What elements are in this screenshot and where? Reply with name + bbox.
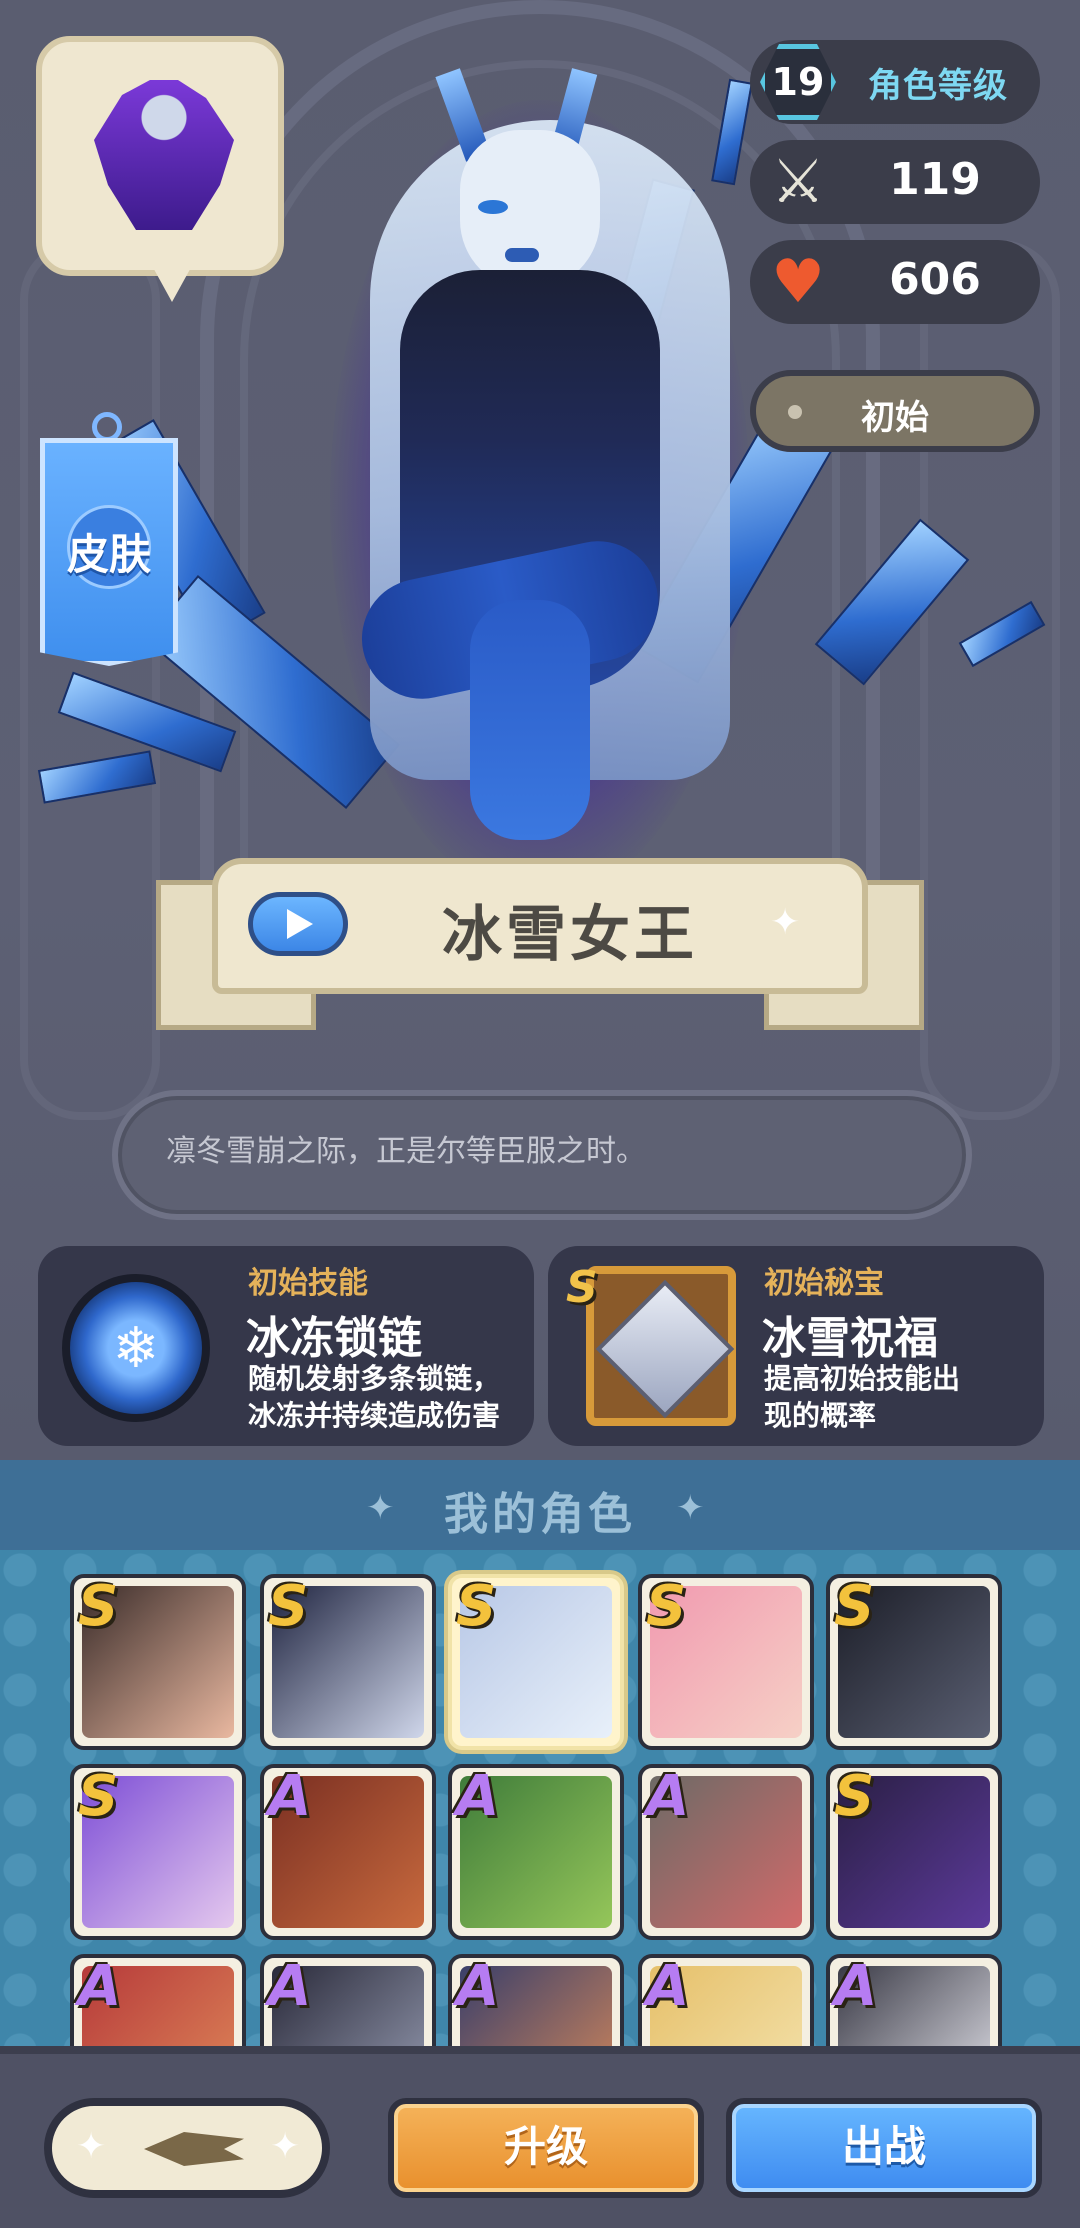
character-slot[interactable]: S: [638, 1574, 814, 1750]
rank-badge: A: [646, 1954, 690, 2019]
back-arrow-icon: [144, 2132, 244, 2166]
treasure-rank: S: [566, 1262, 598, 1313]
character-slot[interactable]: A: [638, 1954, 814, 2050]
rank-badge: A: [646, 1764, 690, 1829]
rank-badge: A: [834, 1954, 878, 2019]
rank-badge: A: [456, 1764, 500, 1829]
sparkle-icon: ✦: [76, 2126, 107, 2167]
skin-state-toggle[interactable]: 初始: [750, 370, 1040, 452]
treasure-frame: [586, 1266, 736, 1426]
rank-badge: S: [834, 1574, 875, 1639]
skill-name: 冰冻锁链: [246, 1313, 422, 1364]
treasure-label: 初始秘宝: [764, 1266, 884, 1301]
character-slot[interactable]: A: [448, 1764, 624, 1940]
treasure-description: 提高初始技能出 现的概率: [764, 1360, 1044, 1434]
treasure-name: 冰雪祝福: [762, 1313, 938, 1364]
level-stat: 19 角色等级: [750, 40, 1040, 124]
attack-value: 119: [889, 154, 981, 205]
character-leg: [470, 600, 590, 840]
rank-badge: A: [78, 1954, 122, 2019]
upgrade-button[interactable]: 升级: [388, 2098, 704, 2198]
character-lips: [505, 248, 539, 262]
name-ribbon: 冰雪女王 ✦: [212, 858, 868, 994]
rank-badge: S: [268, 1574, 309, 1639]
character-slot[interactable]: S: [448, 1574, 624, 1750]
rank-badge: S: [456, 1574, 497, 1639]
initial-skill-card[interactable]: ❄ 初始技能 冰冻锁链 随机发射多条锁链， 冰冻并持续造成伤害: [38, 1246, 534, 1446]
character-slot[interactable]: S: [826, 1574, 1002, 1750]
skill-description: 随机发射多条锁链， 冰冻并持续造成伤害: [248, 1360, 528, 1434]
my-characters-header: ✦ 我的角色 ✦: [0, 1460, 1080, 1550]
character-slot[interactable]: S: [70, 1764, 246, 1940]
skill-desc-line: 冰冻并持续造成伤害: [248, 1399, 501, 1432]
character-name: 冰雪女王: [442, 900, 698, 970]
level-badge: 19: [760, 44, 836, 120]
treasure-desc-line: 提高初始技能出: [764, 1362, 961, 1395]
speech-tail: [150, 262, 194, 302]
skin-state-label: 初始: [861, 398, 929, 438]
initial-treasure-card[interactable]: S 初始秘宝 冰雪祝福 提高初始技能出 现的概率: [548, 1246, 1044, 1446]
treasure-desc-line: 现的概率: [764, 1399, 877, 1432]
play-voice-button[interactable]: [248, 892, 348, 956]
character-slot[interactable]: A: [826, 1954, 1002, 2050]
right-deco-icon: ✦: [676, 1488, 705, 1528]
treasure-orb-icon: [595, 1279, 735, 1419]
character-quote-box: 凛冬雪崩之际，正是尔等臣服之时。: [112, 1090, 972, 1220]
level-label: 角色等级: [868, 66, 1008, 106]
character-slot[interactable]: A: [638, 1764, 814, 1940]
rank-badge: S: [646, 1574, 687, 1639]
pixel-sprite-icon: [94, 80, 234, 230]
rank-badge: S: [834, 1764, 875, 1829]
hp-value: 606: [889, 254, 981, 305]
chain-skill-icon: ❄: [62, 1274, 210, 1422]
section-title: 我的角色: [444, 1489, 636, 1540]
sparkle-icon: ✦: [270, 2126, 301, 2167]
deploy-button[interactable]: 出战: [726, 2098, 1042, 2198]
character-slot[interactable]: A: [448, 1954, 624, 2050]
character-eye: [478, 200, 508, 214]
character-slot[interactable]: S: [826, 1764, 1002, 1940]
back-button[interactable]: ✦ ✦: [44, 2098, 330, 2198]
character-slot[interactable]: S: [70, 1574, 246, 1750]
rank-badge: A: [268, 1764, 312, 1829]
rank-badge: S: [78, 1764, 119, 1829]
skill-desc-line: 随机发射多条锁链，: [248, 1362, 501, 1395]
character-slot[interactable]: A: [260, 1764, 436, 1940]
pixel-portrait-card[interactable]: [36, 36, 284, 276]
attack-stat: ⚔ 119: [750, 140, 1040, 224]
skill-label: 初始技能: [248, 1266, 368, 1301]
rank-badge: S: [78, 1574, 119, 1639]
bottom-action-bar: ✦ ✦ 升级 出战: [0, 2046, 1080, 2228]
character-slot[interactable]: A: [260, 1954, 436, 2050]
hp-stat: ♥ 606: [750, 240, 1040, 324]
banner-hook-icon: [92, 412, 122, 442]
rank-badge: A: [268, 1954, 312, 2019]
character-slot[interactable]: A: [70, 1954, 246, 2050]
rank-badge: A: [456, 1954, 500, 2019]
skin-button-label: 皮肤: [66, 530, 151, 579]
play-icon: [287, 909, 313, 939]
sparkle-icon: ✦: [770, 902, 801, 943]
character-roster: S S S S S S A A A S A A A A A: [0, 1550, 1080, 2050]
character-quote: 凛冬雪崩之际，正是尔等臣服之时。: [166, 1134, 646, 1169]
skin-button[interactable]: 皮肤: [40, 438, 178, 666]
character-slot[interactable]: S: [260, 1574, 436, 1750]
